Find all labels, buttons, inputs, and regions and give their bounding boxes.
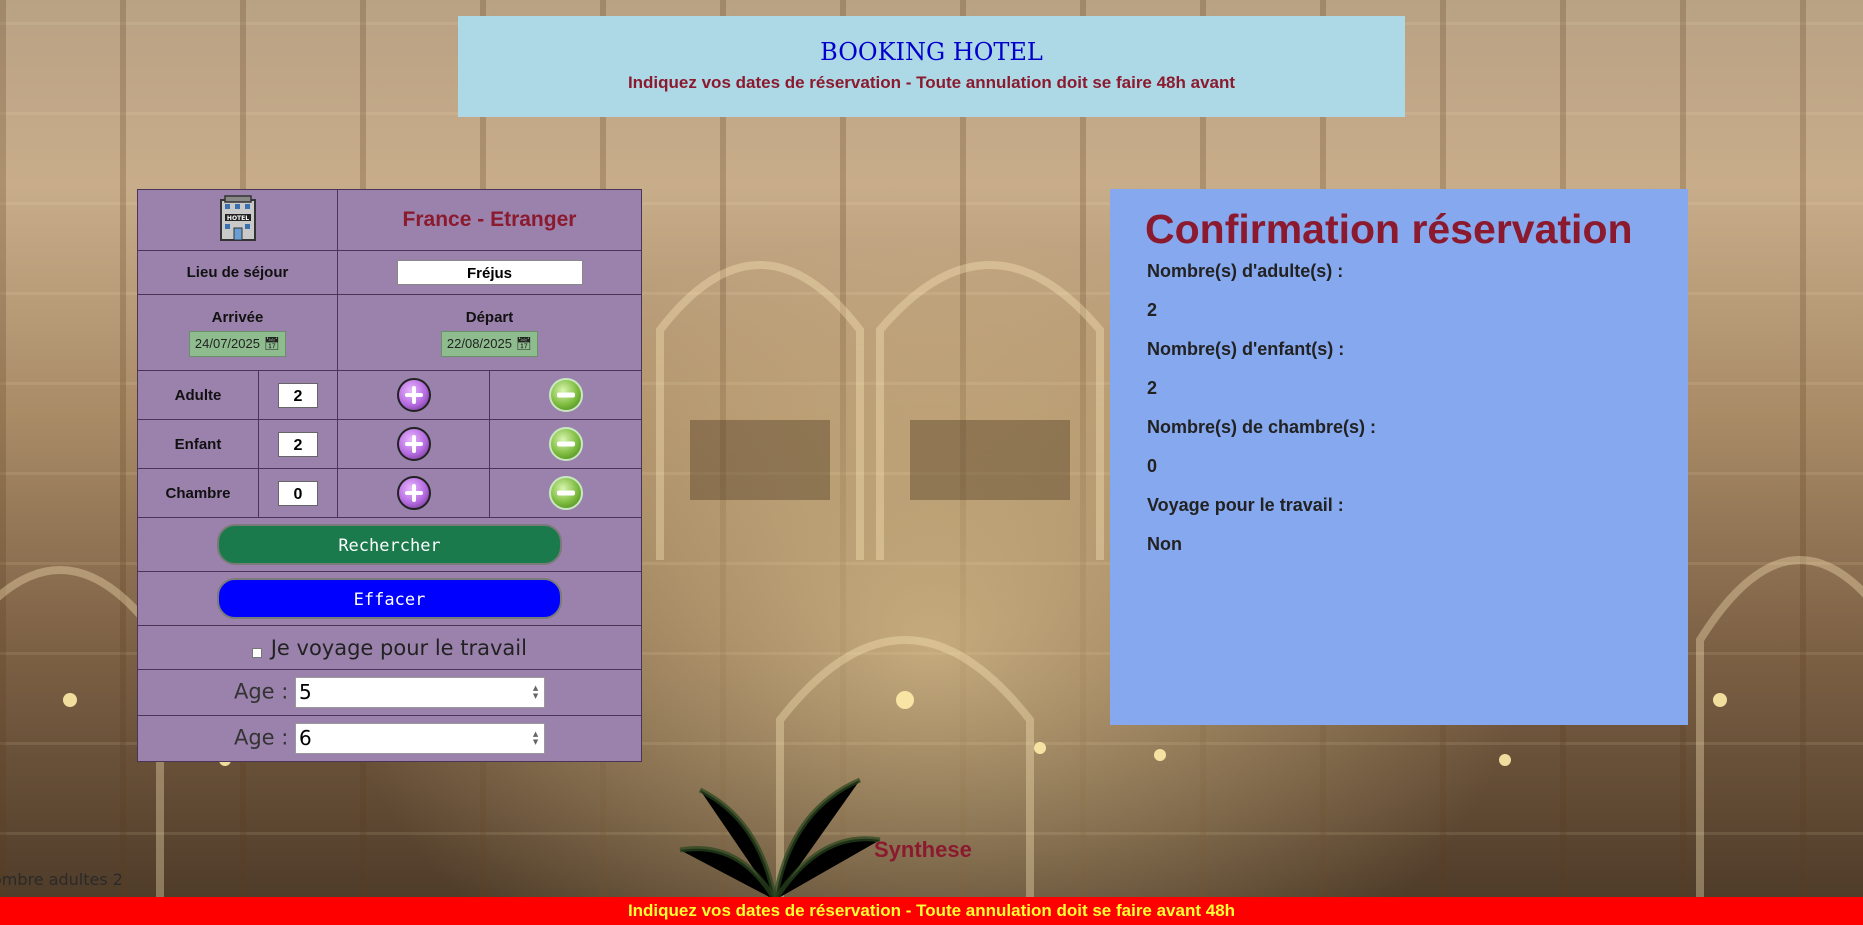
arrival-date-input[interactable]: 24/07/2025 📅︎ [188, 330, 287, 357]
adult-label: Adulte [137, 370, 259, 420]
work-travel-label: Je voyage pour le travail [270, 635, 527, 660]
adult-row: Adulte 2 [137, 370, 642, 420]
location-cell: Fréjus [337, 250, 642, 295]
adults-summary-label: Nombre(s) d'adulte(s) : [1147, 261, 1344, 281]
room-count-input[interactable]: 0 [278, 480, 318, 506]
departure-cell: Départ 22/08/2025 📅︎ [337, 294, 642, 371]
work-travel-checkbox[interactable] [252, 647, 263, 658]
child-row: Enfant 2 [137, 419, 642, 469]
adult-count-input[interactable]: 2 [278, 382, 318, 408]
arrival-label: Arrivée [211, 308, 264, 326]
room-plus-cell [336, 468, 491, 518]
adult-plus-cell [336, 370, 491, 420]
work-summary-value: Non [1147, 534, 1182, 554]
clear-button-cell: Effacer [137, 571, 642, 626]
children-summary-value: 2 [1147, 378, 1158, 398]
departure-date-value: 22/08/2025 [446, 335, 512, 351]
room-minus-icon[interactable] [548, 476, 583, 510]
footer-banner: Indiquez vos dates de réservation - Tout… [0, 897, 1863, 925]
age-value: 5 [299, 680, 312, 704]
age-input[interactable]: 5 ▲ ▼ [295, 677, 546, 708]
page-title: BOOKING HOTEL [820, 38, 1043, 66]
child-count-input[interactable]: 2 [278, 431, 318, 457]
room-count-cell: 0 [258, 468, 338, 518]
adult-plus-icon[interactable] [396, 378, 431, 412]
work-travel-cell: Je voyage pour le travail [137, 625, 642, 670]
age-input[interactable]: 6 ▲ ▼ [295, 723, 546, 754]
header-banner: BOOKING HOTEL Indiquez vos dates de rése… [458, 16, 1405, 117]
child-label: Enfant [137, 419, 259, 469]
adult-count-cell: 2 [258, 370, 338, 420]
form-title: France - Etranger [337, 189, 642, 251]
hotel-logo-cell: HOTEL [137, 189, 338, 251]
clear-button[interactable]: Effacer [217, 578, 562, 619]
work-summary-label: Voyage pour le travail : [1147, 495, 1344, 515]
spinner-icon[interactable]: ▲ ▼ [531, 684, 540, 700]
hotel-building-icon: HOTEL [219, 194, 256, 241]
confirmation-panel: Confirmation réservation Nombre(s) d'adu… [1110, 189, 1688, 725]
confirmation-title: Confirmation réservation [1145, 206, 1633, 252]
departure-label: Départ [465, 308, 514, 326]
location-input[interactable]: Fréjus [396, 260, 583, 285]
synthese-label: Synthese [874, 837, 972, 862]
child-minus-cell [489, 419, 642, 469]
adults-summary-value: 2 [1147, 300, 1158, 320]
room-plus-icon[interactable] [396, 476, 431, 510]
room-row: Chambre 0 [137, 468, 642, 518]
adult-minus-cell [489, 370, 642, 420]
departure-date-input[interactable]: 22/08/2025 📅︎ [440, 330, 539, 357]
room-minus-cell [489, 468, 642, 518]
room-label: Chambre [137, 468, 259, 518]
child-count-cell: 2 [258, 419, 338, 469]
age-label: Age : [233, 725, 289, 750]
search-button[interactable]: Rechercher [217, 524, 562, 565]
age-value: 6 [299, 726, 312, 750]
child-plus-icon[interactable] [396, 427, 431, 461]
age-label: Age : [233, 679, 289, 704]
arrival-date-value: 24/07/2025 [194, 335, 260, 351]
calendar-icon[interactable]: 📅︎ [264, 336, 281, 351]
adult-minus-icon[interactable] [548, 378, 583, 412]
location-label: Lieu de séjour [137, 250, 338, 295]
spinner-icon[interactable]: ▲ ▼ [531, 730, 540, 746]
child-minus-icon[interactable] [548, 427, 583, 461]
children-summary-label: Nombre(s) d'enfant(s) : [1147, 339, 1345, 359]
search-button-cell: Rechercher [137, 517, 642, 572]
age-row: Age : 5 ▲ ▼ [137, 669, 642, 716]
page-subtitle: Indiquez vos dates de réservation - Tout… [627, 73, 1236, 92]
calendar-icon[interactable]: 📅︎ [516, 336, 533, 351]
age-row: Age : 6 ▲ ▼ [137, 715, 642, 762]
rooms-summary-value: 0 [1147, 456, 1158, 476]
adults-debug-text: ombre adultes 2 [0, 870, 123, 889]
rooms-summary-label: Nombre(s) de chambre(s) : [1147, 417, 1377, 437]
child-plus-cell [336, 419, 491, 469]
arrival-cell: Arrivée 24/07/2025 📅︎ [137, 294, 338, 371]
svg-text:HOTEL: HOTEL [226, 215, 248, 222]
booking-form: HOTEL France - Etranger Lieu de séjour F… [137, 189, 642, 762]
